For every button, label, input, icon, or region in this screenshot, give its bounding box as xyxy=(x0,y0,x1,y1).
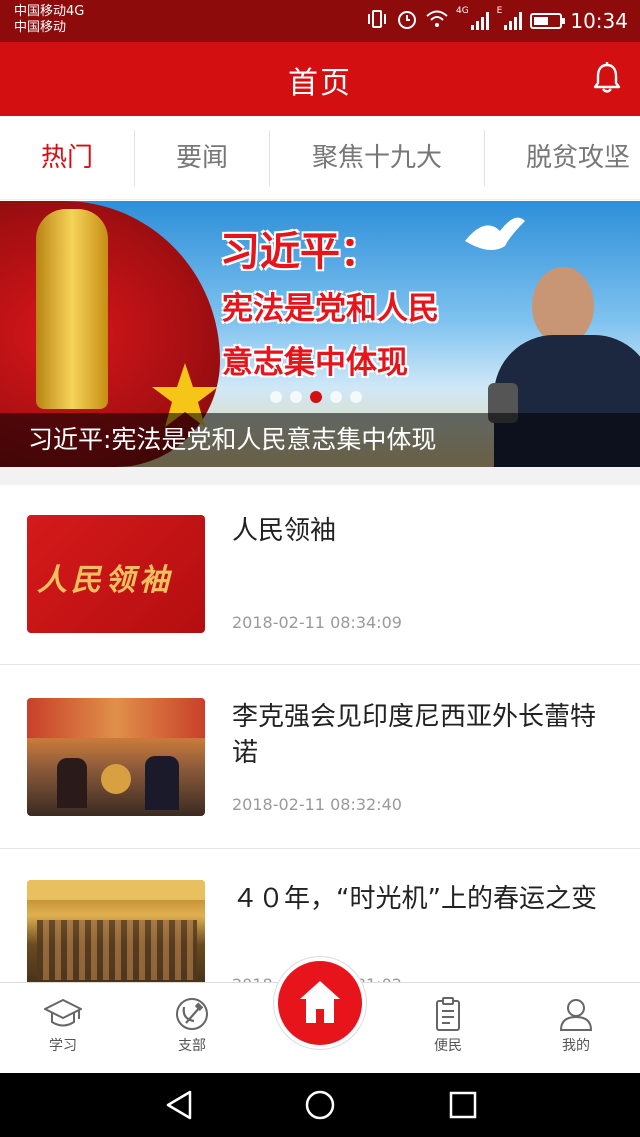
carousel-dot[interactable] xyxy=(290,391,302,403)
news-thumbnail xyxy=(27,880,205,989)
network-type-2: E xyxy=(496,6,503,16)
status-bar: 中国移动4G 中国移动 4G E 10:34 xyxy=(0,0,640,42)
thumbnail-text: 人民领袖 xyxy=(37,563,173,598)
tab-hot[interactable]: 热门 xyxy=(0,116,134,199)
thumbnail-crowd xyxy=(37,920,197,980)
carousel-dot-active[interactable] xyxy=(310,391,322,403)
thumbnail-painting xyxy=(27,698,205,738)
alarm-icon xyxy=(396,8,418,35)
news-item[interactable]: 李克强会见印度尼西亚外长蕾特诺 2018-02-11 08:32:40 xyxy=(0,665,640,849)
news-time: 2018-02-11 08:34:09 xyxy=(232,613,402,632)
carousel-indicator xyxy=(270,391,362,403)
bell-icon[interactable] xyxy=(592,62,622,94)
news-thumbnail xyxy=(27,698,205,816)
nav-services[interactable]: 便民 xyxy=(403,997,493,1055)
recents-icon[interactable] xyxy=(448,1089,478,1125)
thumbnail-flowers xyxy=(101,764,131,794)
graduation-cap-icon xyxy=(44,999,82,1027)
tab-nineteenth-congress[interactable]: 聚焦十九大 xyxy=(270,116,484,199)
clipboard-icon xyxy=(436,997,460,1031)
carousel-dot[interactable] xyxy=(350,391,362,403)
page-title: 首页 xyxy=(288,66,352,101)
status-icons: 4G E 10:34 xyxy=(366,6,628,36)
banner-headline-2: 宪法是党和人民 xyxy=(222,291,439,327)
home-icon xyxy=(300,981,340,1023)
wifi-icon xyxy=(426,9,448,33)
dove-icon xyxy=(465,217,525,250)
nav-study[interactable]: 学习 xyxy=(18,997,108,1055)
signal-icon xyxy=(470,12,489,30)
nav-label: 学习 xyxy=(49,1038,77,1054)
banner-pillar xyxy=(36,209,108,409)
news-item[interactable]: 人民领袖 人民领袖 2018-02-11 08:34:09 xyxy=(0,485,640,665)
clock: 10:34 xyxy=(570,9,628,33)
nav-label: 便民 xyxy=(434,1038,462,1054)
carousel-dot[interactable] xyxy=(330,391,342,403)
bottom-nav: 学习 支部 便民 我的 xyxy=(0,957,640,1073)
nav-label: 支部 xyxy=(178,1038,206,1054)
thumbnail-figure xyxy=(145,756,179,810)
section-gap xyxy=(0,467,640,485)
app-header: 首页 xyxy=(0,42,640,116)
nav-label: 我的 xyxy=(562,1038,590,1054)
user-icon xyxy=(559,999,593,1031)
news-thumbnail: 人民领袖 xyxy=(27,515,205,633)
banner-headline-1: 习近平： xyxy=(220,229,380,275)
home-button[interactable] xyxy=(274,957,366,1049)
banner-headline-3: 意志集中体现 xyxy=(222,345,408,381)
carrier-info: 中国移动4G 中国移动 xyxy=(14,4,84,36)
system-nav-bar xyxy=(0,1073,640,1137)
news-time: 2018-02-11 08:32:40 xyxy=(232,795,402,814)
category-tabs: 热门 要闻 聚焦十九大 脱贫攻坚 xyxy=(0,116,640,200)
network-type-1: 4G xyxy=(455,6,469,16)
banner-carousel[interactable]: 习近平： 宪法是党和人民 意志集中体现 习近平:宪法是党和人民意志集中体现 xyxy=(0,201,640,467)
tab-news[interactable]: 要闻 xyxy=(135,116,269,199)
nav-branch[interactable]: 支部 xyxy=(147,997,237,1055)
news-title: ４０年，“时光机”上的春运之变 xyxy=(232,884,597,914)
back-icon[interactable] xyxy=(164,1089,194,1125)
thumbnail-banner xyxy=(27,880,205,900)
carousel-dot[interactable] xyxy=(270,391,282,403)
carrier-1: 中国移动4G xyxy=(14,4,85,19)
tab-poverty[interactable]: 脱贫攻坚 xyxy=(485,116,640,199)
carrier-2: 中国移动 xyxy=(14,20,67,35)
battery-icon xyxy=(530,13,566,29)
home-circle-icon[interactable] xyxy=(304,1089,336,1125)
nav-mine[interactable]: 我的 xyxy=(531,997,621,1055)
banner-person-head xyxy=(532,267,594,345)
signal-icon xyxy=(504,12,523,30)
vibrate-icon xyxy=(366,9,388,34)
news-title: 人民领袖 xyxy=(232,516,337,546)
thumbnail-figure xyxy=(57,758,87,808)
hammer-sickle-icon xyxy=(176,998,208,1030)
banner-caption[interactable]: 习近平:宪法是党和人民意志集中体现 xyxy=(0,413,640,467)
news-title: 李克强会见印度尼西亚外长蕾特诺 xyxy=(232,702,597,768)
